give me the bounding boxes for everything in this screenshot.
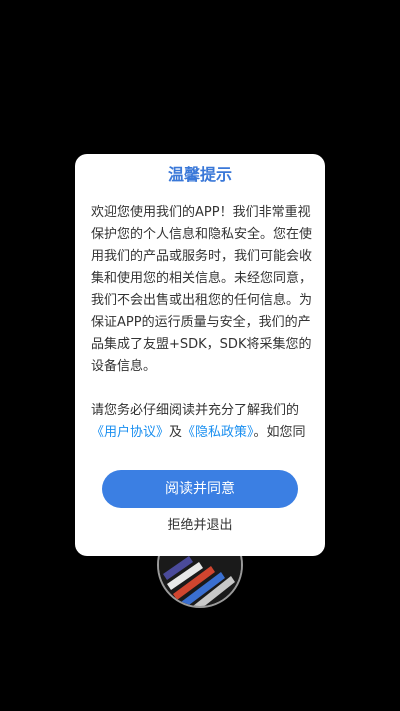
user-agreement-link[interactable]: 《用户协议》 bbox=[91, 425, 169, 440]
policy-prefix-text: 请您务必仔细阅读并充分了解我们的 bbox=[91, 403, 300, 418]
dialog-content: 欢迎您使用我们的APP！我们非常重视保护您的个人信息和隐私安全。您在使用我们的产… bbox=[91, 202, 313, 442]
privacy-policy-link[interactable]: 《隐私政策》 bbox=[182, 425, 254, 440]
dialog-paragraph-policy: 请您务必仔细阅读并充分了解我们的《用户协议》及《隐私政策》。如您同意请点击“同意… bbox=[91, 400, 313, 442]
dialog-title: 温馨提示 bbox=[167, 165, 232, 184]
agree-button[interactable]: 阅读并同意 bbox=[102, 470, 298, 508]
dialog-paragraph-intro: 欢迎您使用我们的APP！我们非常重视保护您的个人信息和隐私安全。您在使用我们的产… bbox=[91, 205, 313, 374]
privacy-dialog: 温馨提示 欢迎您使用我们的APP！我们非常重视保护您的个人信息和隐私安全。您在使… bbox=[75, 154, 325, 556]
refuse-exit-button[interactable]: 拒绝并退出 bbox=[75, 514, 325, 538]
app-screen: 温馨提示 欢迎您使用我们的APP！我们非常重视保护您的个人信息和隐私安全。您在使… bbox=[0, 0, 400, 711]
and-text: 及 bbox=[169, 425, 183, 440]
